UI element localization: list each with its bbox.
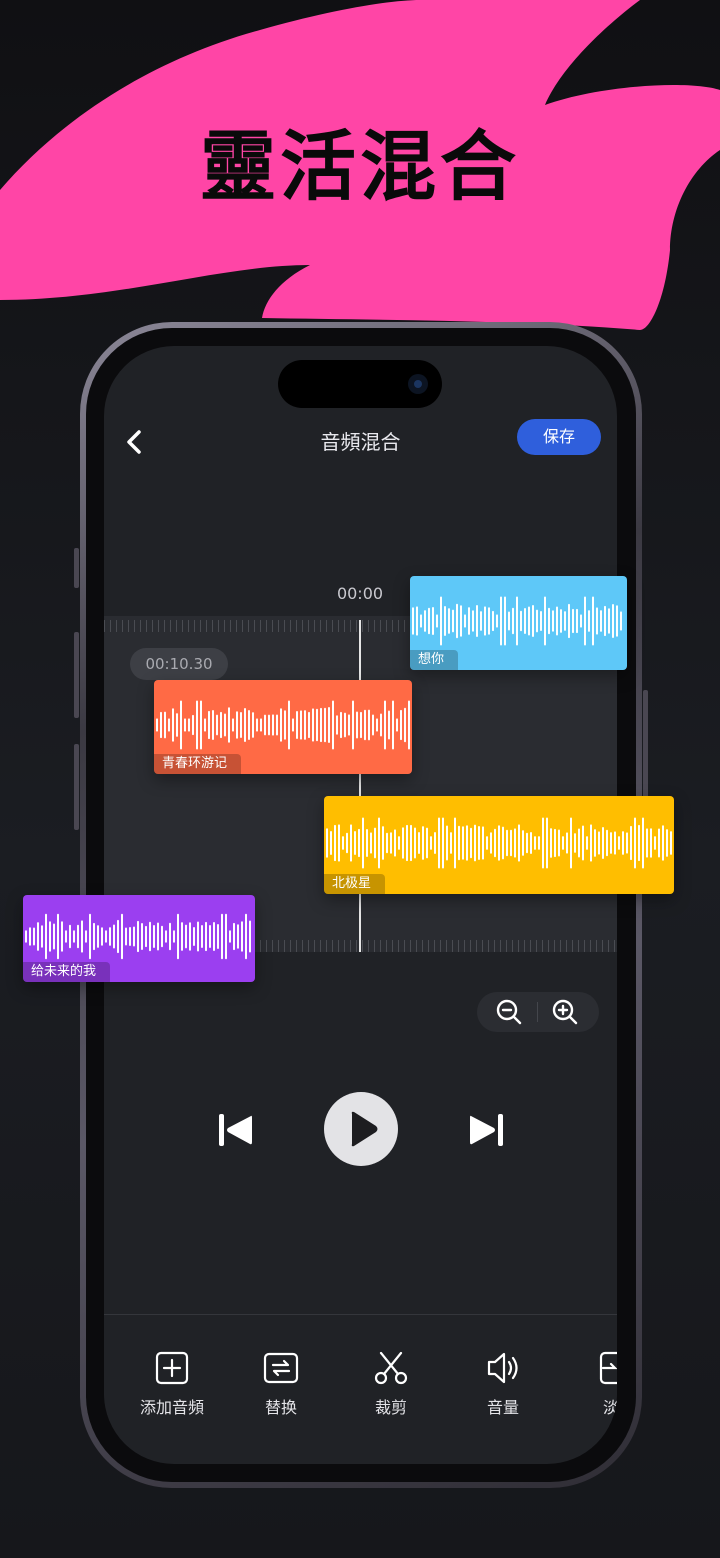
skip-next-icon: [470, 1114, 503, 1146]
tool-replace[interactable]: 替换: [241, 1350, 321, 1418]
scissors-icon: [374, 1351, 408, 1385]
tool-label: 添加音頻: [139, 1398, 204, 1417]
zoom-out-icon: [496, 999, 522, 1025]
save-button[interactable]: 保存: [517, 419, 601, 455]
dynamic-island: [278, 360, 442, 408]
next-button[interactable]: [466, 1110, 506, 1154]
clip-time-pill: 00:10.30: [130, 648, 228, 680]
skip-previous-icon: [219, 1114, 252, 1146]
phone-volume-down: [74, 744, 79, 830]
headline: 靈活混合: [200, 122, 520, 211]
previous-button[interactable]: [216, 1110, 256, 1154]
clip-label: 青春环游记: [154, 754, 242, 774]
zoom-in-button[interactable]: [551, 998, 579, 1026]
play-icon: [351, 1111, 378, 1147]
phone-mute-switch: [74, 548, 79, 588]
clip-label: 给未来的我: [23, 962, 111, 982]
phone-volume-up: [74, 632, 79, 718]
tool-add-audio[interactable]: 添加音頻: [132, 1350, 212, 1418]
playhead[interactable]: [359, 620, 361, 952]
current-time: 00:00: [336, 584, 384, 603]
toolbar-divider: [104, 1314, 617, 1315]
tool-label: 淡: [602, 1398, 617, 1417]
volume-icon: [487, 1352, 518, 1384]
zoom-controls: [477, 992, 599, 1032]
tool-volume[interactable]: 音量: [463, 1350, 543, 1418]
audio-clip-qingchun[interactable]: 青春环游记: [154, 680, 412, 774]
tool-label: 裁剪: [374, 1398, 407, 1417]
tool-fade[interactable]: 淡: [571, 1350, 617, 1418]
zoom-out-button[interactable]: [495, 998, 523, 1026]
replace-icon: [263, 1352, 299, 1384]
camera-icon: [408, 374, 428, 394]
tool-label: 音量: [486, 1398, 519, 1417]
zoom-in-icon: [552, 999, 578, 1025]
audio-clip-geiweilai[interactable]: 给未来的我: [23, 895, 255, 982]
audio-clip-xiangni[interactable]: 想你: [410, 576, 627, 670]
clip-label: 北极星: [324, 874, 386, 894]
fade-icon: [599, 1351, 617, 1385]
tool-cut[interactable]: 裁剪: [351, 1350, 431, 1418]
tool-label: 替换: [264, 1398, 297, 1417]
add-square-icon: [155, 1351, 189, 1385]
audio-clip-beijixing[interactable]: 北极星: [324, 796, 674, 894]
clip-label: 想你: [410, 650, 459, 670]
play-button[interactable]: [324, 1092, 398, 1166]
zoom-divider: [537, 1002, 538, 1022]
